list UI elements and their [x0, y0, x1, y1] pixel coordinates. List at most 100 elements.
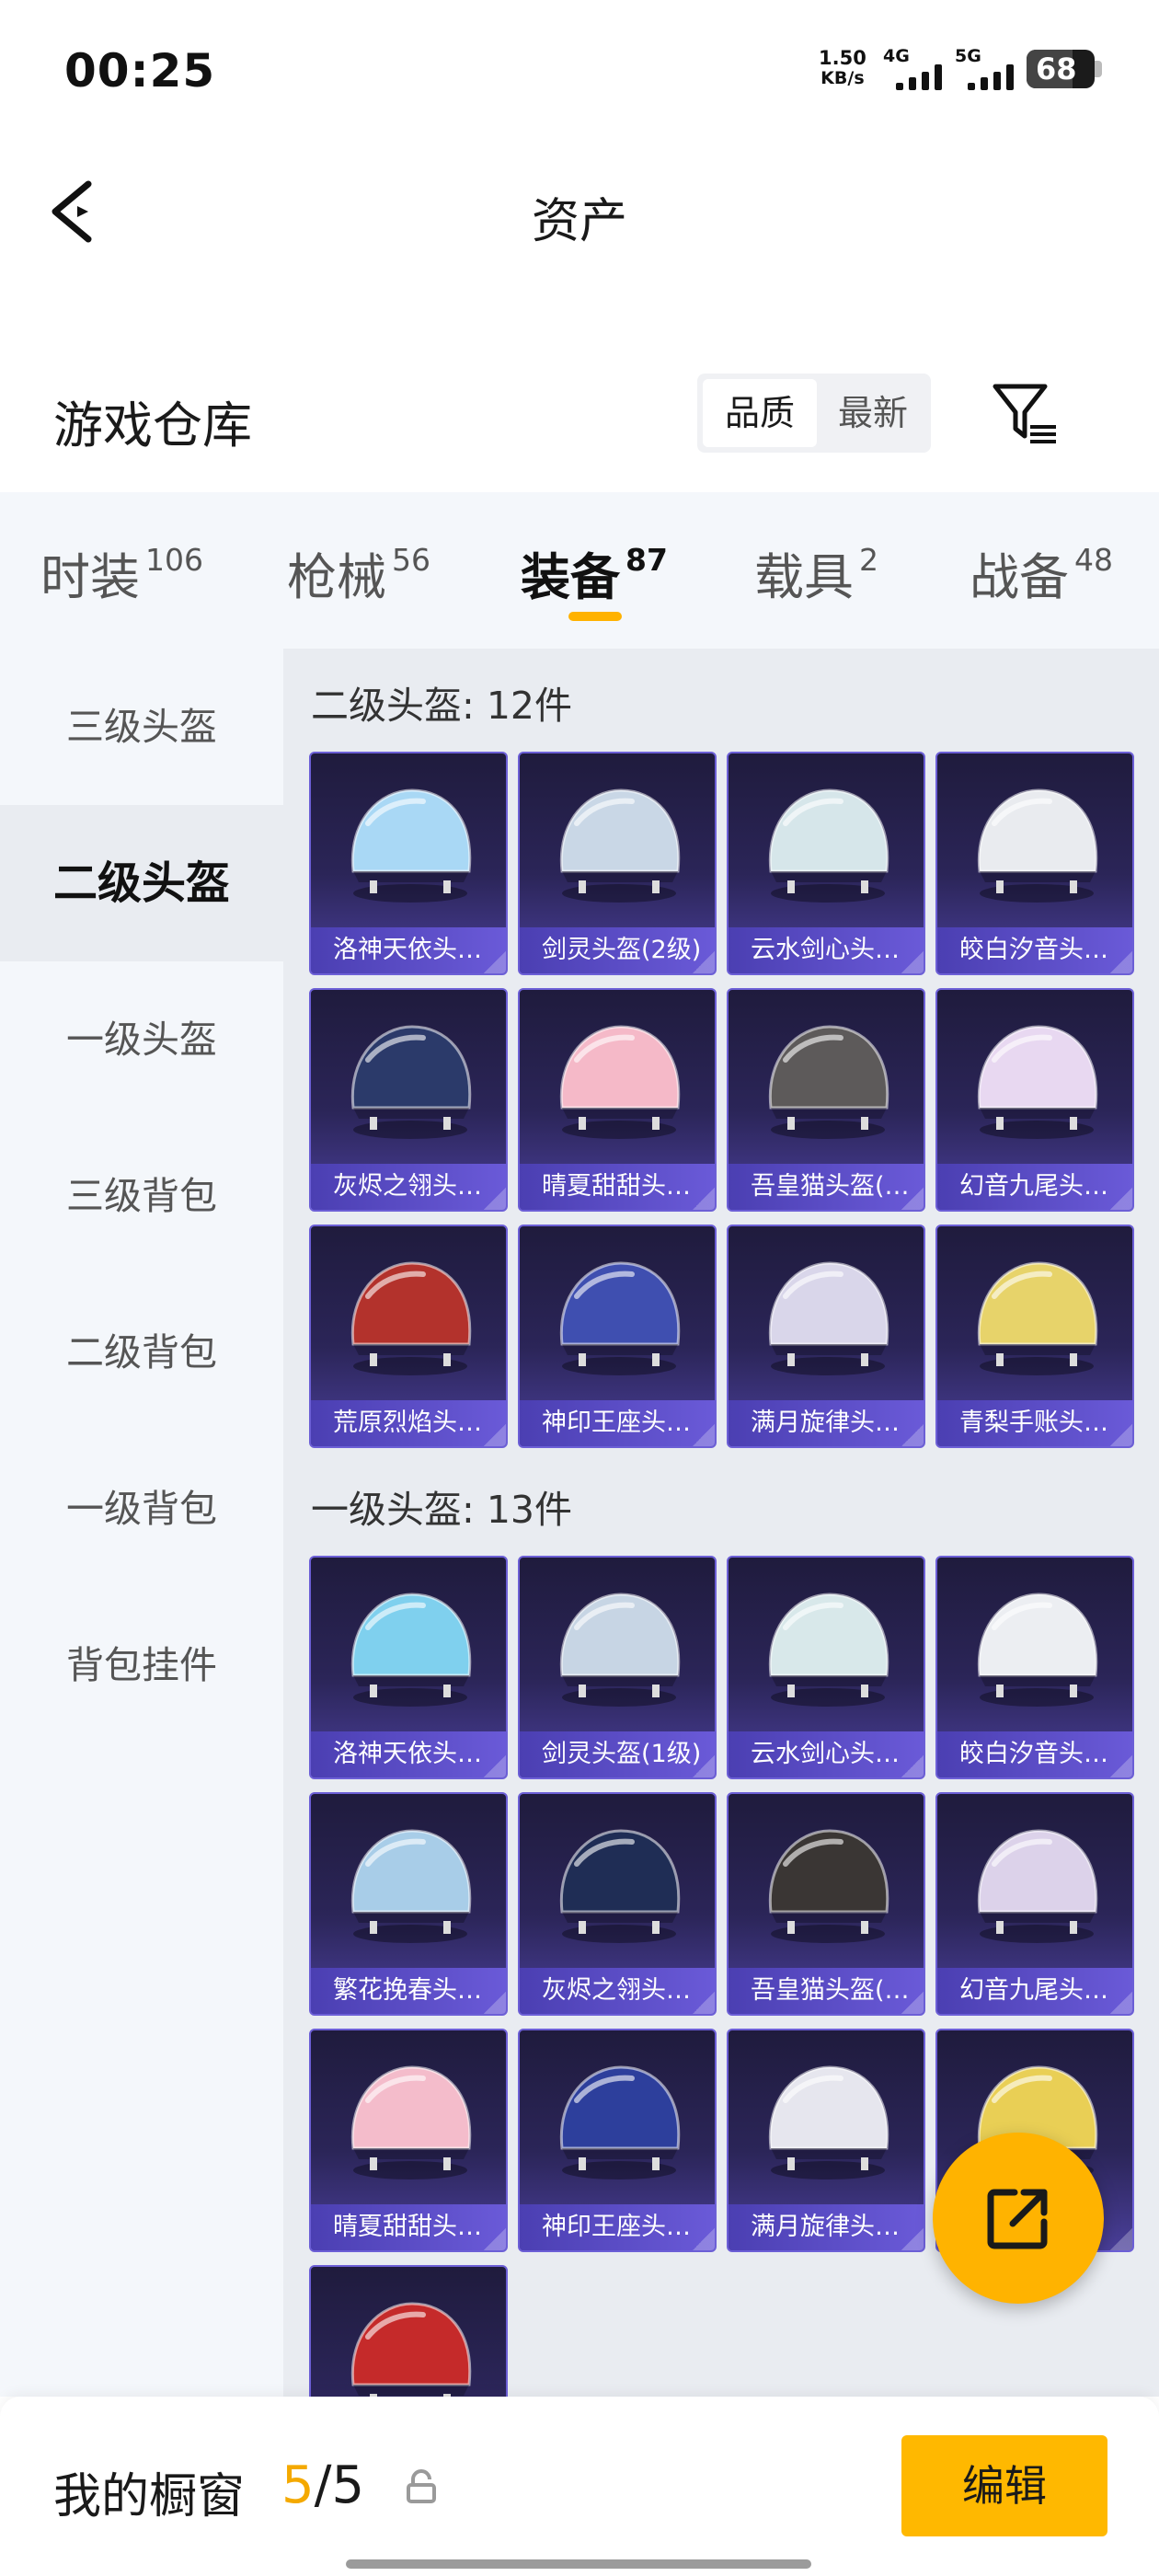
tab-equipment[interactable]: 装备 87 — [521, 536, 668, 609]
card-corner — [484, 2228, 506, 2250]
item-card[interactable] — [309, 2265, 508, 2397]
item-name: 荒原烈焰头… — [311, 1400, 506, 1446]
card-corner — [901, 2228, 924, 2250]
helmet-icon — [350, 2302, 472, 2397]
item-card[interactable]: 剑灵头盔(1级) — [518, 1556, 717, 1779]
tab-count: 87 — [625, 542, 668, 578]
item-card[interactable]: 洛神天依头… — [309, 752, 508, 975]
item-card[interactable]: 吾皇猫头盔(… — [727, 1792, 925, 2016]
showcase-separator: / — [314, 2455, 332, 2515]
home-indicator — [346, 2559, 811, 2569]
item-card[interactable]: 云水剑心头… — [727, 752, 925, 975]
active-tab-indicator — [568, 612, 622, 621]
item-card[interactable]: 云水剑心头… — [727, 1556, 925, 1779]
app-root: 00:25 1.50 KB/s 4G 5G 68 资产 游戏仓库 品质 最新 时… — [0, 0, 1159, 2576]
side-item-level3-backpack[interactable]: 三级背包 — [0, 1118, 283, 1274]
helmet-icon — [350, 1593, 472, 1707]
card-corner — [693, 1992, 715, 2014]
side-menu: 三级头盔 二级头盔 一级头盔 三级背包 二级背包 一级背包 背包挂件 — [0, 649, 283, 2397]
status-time: 00:25 — [64, 44, 216, 98]
tab-label: 装备 — [521, 548, 620, 606]
item-card[interactable]: 皎白汐音头… — [935, 1556, 1134, 1779]
helmet-icon — [559, 2065, 681, 2179]
card-corner — [901, 1992, 924, 2014]
showcase-count: 5/5 — [281, 2455, 364, 2515]
helmet-icon — [768, 1829, 889, 1943]
item-name: 神印王座头… — [520, 1400, 715, 1446]
item-card[interactable]: 灰烬之翎头… — [518, 1792, 717, 2016]
item-card[interactable]: 神印王座头… — [518, 1225, 717, 1448]
tab-count: 48 — [1074, 542, 1113, 578]
tab-guns[interactable]: 枪械 56 — [287, 536, 430, 609]
tab-count: 2 — [859, 542, 878, 578]
tab-supplies[interactable]: 战备 48 — [970, 536, 1113, 609]
card-corner — [901, 1755, 924, 1777]
card-corner — [1110, 1188, 1132, 1210]
item-name: 神印王座头… — [520, 2204, 715, 2250]
signal-4g-icon: 4G — [883, 46, 957, 92]
helmet-icon — [350, 1261, 472, 1375]
card-corner — [901, 1188, 924, 1210]
battery-level: 68 — [1036, 52, 1077, 86]
showcase-current: 5 — [281, 2455, 315, 2515]
warehouse-title: 游戏仓库 — [53, 397, 252, 454]
side-item-level3-helmet[interactable]: 三级头盔 — [0, 649, 283, 805]
item-name: 皎白汐音头… — [937, 927, 1132, 973]
helmet-icon — [350, 788, 472, 903]
page-header: 资产 — [0, 138, 1159, 285]
item-card[interactable]: 晴夏甜甜头… — [518, 988, 717, 1212]
item-card[interactable]: 满月旋律头… — [727, 1225, 925, 1448]
item-card[interactable]: 晴夏甜甜头… — [309, 2029, 508, 2252]
item-card[interactable]: 神印王座头… — [518, 2029, 717, 2252]
helmet-icon — [559, 1593, 681, 1707]
card-corner — [1110, 1755, 1132, 1777]
card-corner — [484, 1755, 506, 1777]
tab-label: 枪械 — [287, 548, 386, 606]
item-card[interactable]: 青梨手账头… — [935, 1225, 1134, 1448]
card-corner — [484, 1424, 506, 1446]
item-name: 满月旋律头… — [729, 2204, 924, 2250]
item-card[interactable]: 幻音九尾头… — [935, 1792, 1134, 2016]
side-item-backpack-charm[interactable]: 背包挂件 — [0, 1587, 283, 1743]
share-button[interactable] — [933, 2133, 1104, 2304]
filter-button[interactable] — [988, 377, 1061, 451]
card-corner — [484, 1188, 506, 1210]
helmet-icon — [559, 1261, 681, 1375]
helmet-icon — [977, 788, 1098, 903]
tab-fashion[interactable]: 时装 106 — [40, 536, 203, 609]
item-card[interactable]: 荒原烈焰头… — [309, 1225, 508, 1448]
item-card[interactable]: 吾皇猫头盔(… — [727, 988, 925, 1212]
tab-vehicles[interactable]: 载具 2 — [754, 536, 878, 609]
item-name: 吾皇猫头盔(… — [729, 1968, 924, 2014]
item-grid: 洛神天依头… 剑灵头盔(2级) 云水剑心头… 皎白汐音头… 灰烬之翎头… 晴夏甜甜头… 吾皇… — [309, 752, 1134, 1448]
helmet-icon — [559, 1829, 681, 1943]
side-item-level2-helmet[interactable]: 二级头盔 — [0, 805, 283, 961]
item-card[interactable]: 满月旋律头… — [727, 2029, 925, 2252]
sort-newest-button[interactable]: 最新 — [820, 379, 925, 447]
card-corner — [1110, 2228, 1132, 2250]
card-corner — [1110, 951, 1132, 973]
item-name: 云水剑心头… — [729, 1731, 924, 1777]
side-item-level1-helmet[interactable]: 一级头盔 — [0, 961, 283, 1118]
helmet-icon — [559, 1025, 681, 1139]
sort-quality-button[interactable]: 品质 — [703, 379, 817, 447]
card-corner — [901, 951, 924, 973]
item-card[interactable]: 剑灵头盔(2级) — [518, 752, 717, 975]
card-corner — [484, 951, 506, 973]
side-item-level1-backpack[interactable]: 一级背包 — [0, 1431, 283, 1587]
edit-button[interactable]: 编辑 — [901, 2435, 1107, 2536]
battery-icon: 68 — [1027, 50, 1095, 88]
item-name: 剑灵头盔(2级) — [520, 927, 715, 973]
card-corner — [901, 1424, 924, 1446]
item-card[interactable]: 灰烬之翎头… — [309, 988, 508, 1212]
item-card[interactable]: 皎白汐音头… — [935, 752, 1134, 975]
network-speed-value: 1.50 — [819, 47, 866, 69]
bottom-bar: 我的橱窗 5/5 编辑 — [0, 2397, 1159, 2576]
item-card[interactable]: 幻音九尾头… — [935, 988, 1134, 1212]
item-card[interactable]: 繁花挽春头… — [309, 1792, 508, 2016]
category-tabs: 时装 106 枪械 56 装备 87 载具 2 战备 48 — [0, 492, 1159, 649]
side-item-level2-backpack[interactable]: 二级背包 — [0, 1274, 283, 1431]
helmet-icon — [768, 788, 889, 903]
card-corner — [693, 1424, 715, 1446]
item-card[interactable]: 洛神天依头… — [309, 1556, 508, 1779]
